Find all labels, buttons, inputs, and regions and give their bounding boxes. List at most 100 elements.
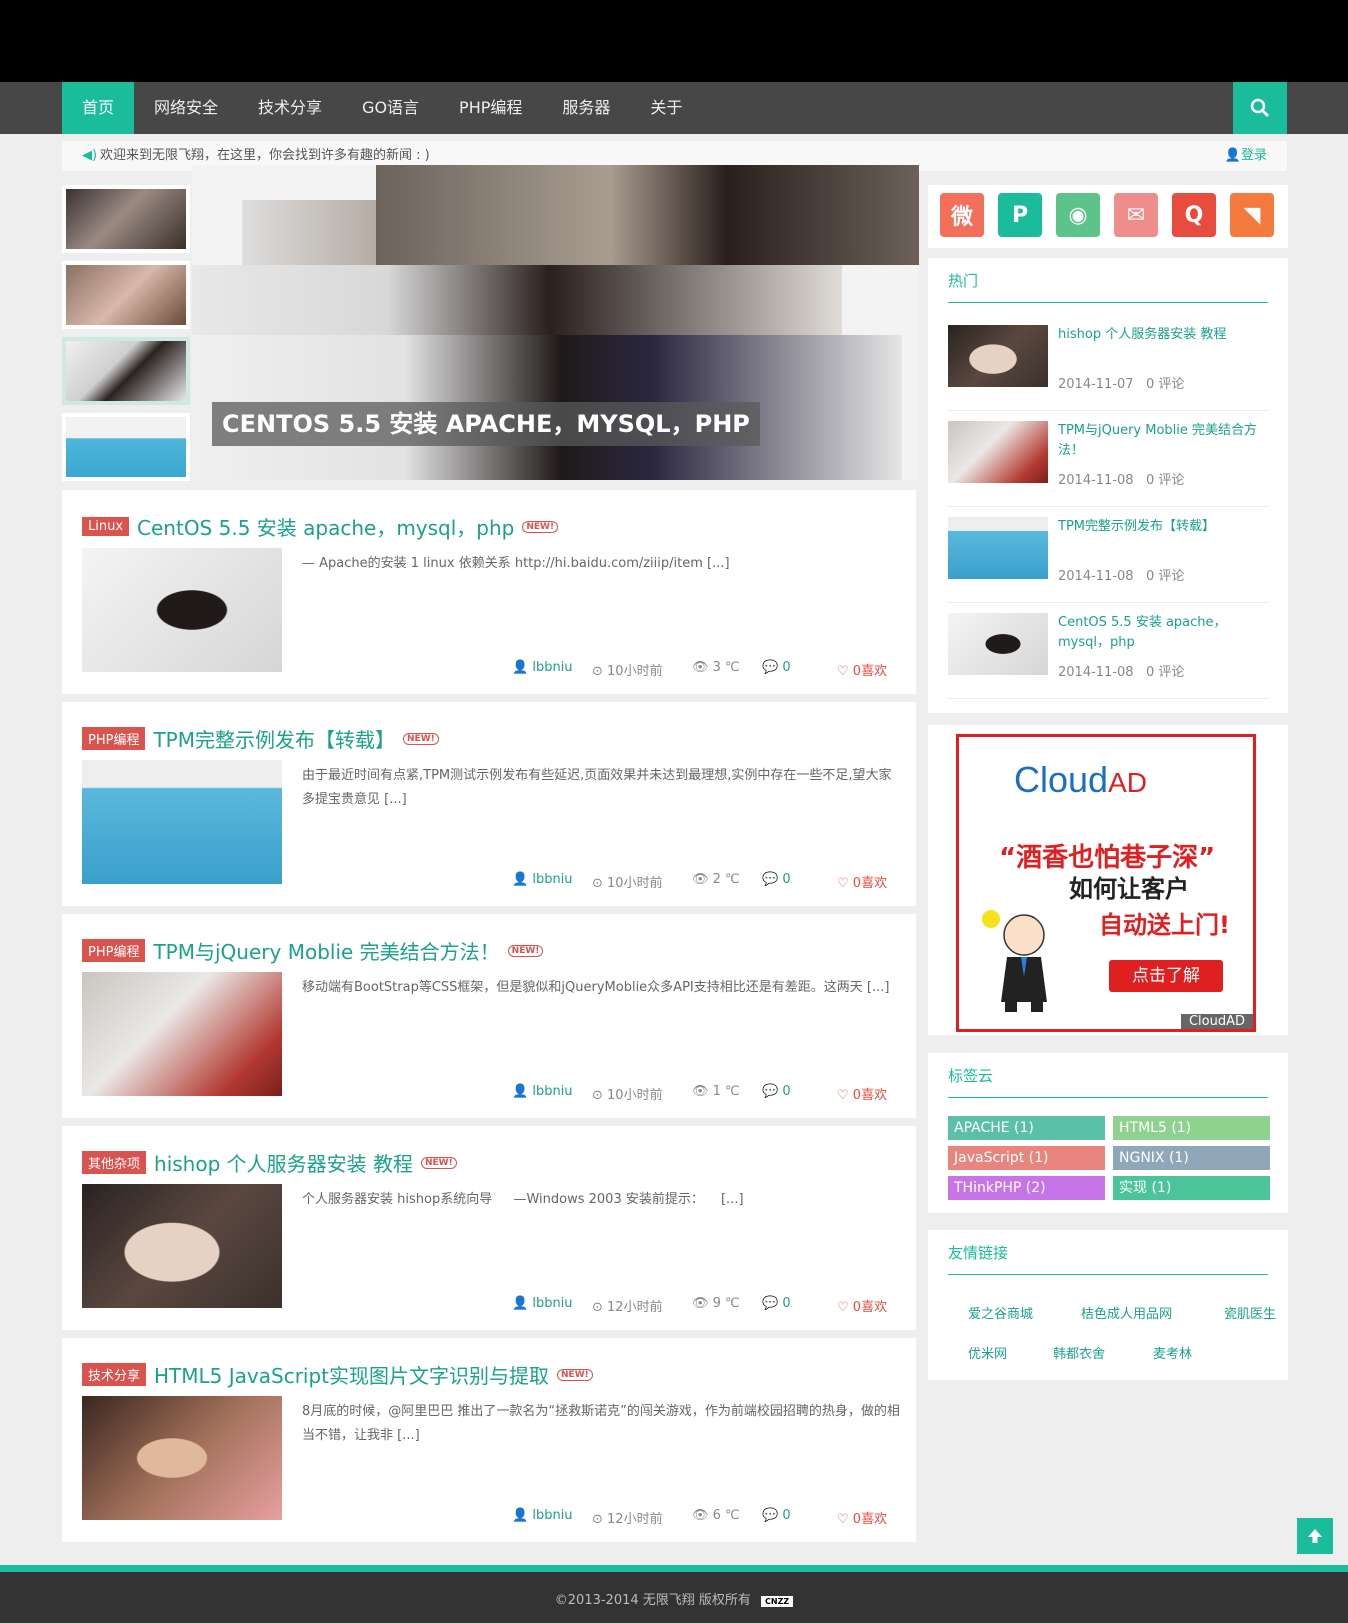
post-author[interactable]: 👤 lbbniu [512, 872, 573, 887]
rss-icon[interactable]: ◥ [1230, 193, 1274, 237]
friend-link[interactable]: 韩都衣舍 [1053, 1343, 1105, 1362]
post-meta: 👤 lbbniu ⊙ 12小时前 👁 9 ℃ 💬 0 ♡ 0喜欢 [512, 1296, 907, 1316]
friend-link[interactable]: 麦考林 [1153, 1343, 1192, 1362]
friend-link[interactable]: 优米网 [968, 1343, 1007, 1362]
tag-item[interactable]: APACHE (1) [948, 1116, 1105, 1140]
hot-thumbnail[interactable] [948, 517, 1048, 579]
post-comments[interactable]: 💬 0 [762, 1508, 791, 1523]
nav-item-go[interactable]: GO语言 [342, 82, 439, 134]
hot-thumbnail[interactable] [948, 325, 1048, 387]
hot-item[interactable]: hishop 个人服务器安装 教程 2014-11-07 0 评论 [948, 315, 1268, 411]
post-comments[interactable]: 💬 0 [762, 1084, 791, 1099]
tag-item[interactable]: THinkPHP (2) [948, 1176, 1105, 1200]
mail-icon[interactable]: ✉ [1114, 193, 1158, 237]
login-link[interactable]: 👤登录 [1225, 141, 1267, 171]
new-badge: NEW! [421, 1156, 457, 1169]
post-thumbnail[interactable] [82, 972, 282, 1096]
hot-title[interactable]: hishop 个人服务器安装 教程 [1058, 325, 1268, 345]
slider-thumb[interactable] [62, 337, 190, 405]
tag-item[interactable]: HTML5 (1) [1113, 1116, 1270, 1140]
post-likes[interactable]: ♡ 0喜欢 [837, 1084, 887, 1103]
post-title[interactable]: TPM与jQuery Moblie 完美结合方法！ [153, 936, 499, 965]
slider-thumb[interactable] [62, 185, 190, 253]
new-badge: NEW! [507, 944, 544, 957]
post-thumbnail[interactable] [82, 1396, 282, 1520]
hot-meta: 2014-11-08 0 评论 [1058, 665, 1185, 680]
slider-thumb[interactable] [62, 261, 190, 329]
post-author[interactable]: 👤 lbbniu [512, 1296, 573, 1311]
post-title[interactable]: HTML5 JavaScript实现图片文字识别与提取 [154, 1360, 549, 1389]
nav-item-php[interactable]: PHP编程 [439, 82, 542, 134]
post-time: ⊙ 10小时前 [592, 1088, 663, 1103]
friend-link[interactable]: 爱之谷商城 [968, 1303, 1033, 1322]
post-thumbnail[interactable] [82, 760, 282, 884]
friend-link[interactable]: 桔色成人用品网 [1081, 1303, 1172, 1322]
nav-item-security[interactable]: 网络安全 [134, 82, 238, 134]
hot-item[interactable]: TPM与jQuery Moblie 完美结合方法！ 2014-11-08 0 评… [948, 411, 1268, 507]
nav-item-home[interactable]: 首页 [62, 82, 135, 134]
post-title[interactable]: TPM完整示例发布【转载】 [153, 724, 395, 753]
post-category[interactable]: 技术分享 [82, 1363, 147, 1386]
post-category[interactable]: Linux [82, 517, 130, 536]
wechat-glyph: ◉ [1068, 202, 1088, 228]
weibo-icon[interactable]: 微 [940, 193, 984, 237]
nav-item-server[interactable]: 服务器 [542, 82, 630, 134]
post-card: 其他杂项 hishop 个人服务器安装 教程 NEW! 个人服务器安装 hish… [62, 1126, 916, 1330]
nav-item-tech[interactable]: 技术分享 [238, 82, 342, 134]
qq-icon[interactable]: Q [1172, 193, 1216, 237]
friend-links-widget: 友情链接 爱之谷商城 桔色成人用品网 瓷肌医生 优米网 韩都衣舍 麦考林 [928, 1230, 1288, 1380]
hot-title[interactable]: CentOS 5.5 安装 apache，mysql，php [1058, 613, 1268, 653]
post-author[interactable]: 👤 lbbniu [512, 660, 573, 675]
welcome-text: 欢迎来到无限飞翔，在这里，你会找到许多有趣的新闻 : ) [100, 148, 430, 163]
social-links: 微 P ◉ ✉ Q ◥ [928, 185, 1288, 248]
post-category[interactable]: 其他杂项 [82, 1151, 147, 1174]
post-meta: 👤 lbbniu ⊙ 12小时前 👁 6 ℃ 💬 0 ♡ 0喜欢 [512, 1508, 907, 1528]
post-likes[interactable]: ♡ 0喜欢 [837, 872, 887, 891]
widget-title: 标签云 [948, 1065, 1268, 1098]
tag-item[interactable]: NGNIX (1) [1113, 1146, 1270, 1170]
site-footer: ©2013-2014 无限飞翔 版权所有 CNZZ [0, 1572, 1348, 1623]
post-comments[interactable]: 💬 0 [762, 660, 791, 675]
new-badge: NEW! [403, 732, 439, 745]
nav-item-about[interactable]: 关于 [630, 82, 702, 134]
slide-strip [242, 200, 377, 270]
post-comments[interactable]: 💬 0 [762, 1296, 791, 1311]
post-author[interactable]: 👤 lbbniu [512, 1084, 573, 1099]
hot-title[interactable]: TPM完整示例发布【转载】 [1058, 517, 1268, 537]
slider-caption[interactable]: CENTOS 5.5 安装 APACHE，MYSQL，PHP [212, 402, 760, 446]
hot-thumbnail[interactable] [948, 421, 1048, 483]
cnzz-badge[interactable]: CNZZ [761, 1596, 794, 1607]
search-button[interactable] [1233, 82, 1287, 134]
hot-thumbnail[interactable] [948, 613, 1048, 675]
tag-item[interactable]: 实现 (1) [1113, 1176, 1270, 1200]
ad-subline-red: 自动送上门! [1099, 911, 1230, 939]
tencent-weibo-glyph: P [1011, 202, 1029, 228]
tencent-weibo-icon[interactable]: P [998, 193, 1042, 237]
post-thumbnail[interactable] [82, 1184, 282, 1308]
post-thumbnail[interactable] [82, 548, 282, 672]
ad-cta-button[interactable]: 点击了解 [1109, 960, 1223, 992]
tag-item[interactable]: JavaScript (1) [948, 1146, 1105, 1170]
footer-accent-line [0, 1565, 1348, 1572]
post-likes[interactable]: ♡ 0喜欢 [837, 1296, 887, 1315]
ad-banner[interactable]: CloudAD “酒香也怕巷子深” 如何让客户 自动送上门! 点击了解 Clou… [956, 734, 1256, 1032]
post-category[interactable]: PHP编程 [82, 727, 146, 750]
hot-posts-widget: 热门 hishop 个人服务器安装 教程 2014-11-07 0 评论 TPM… [928, 258, 1288, 713]
mail-glyph: ✉ [1126, 202, 1146, 228]
ad-logo: CloudAD [1014, 759, 1147, 800]
hot-item[interactable]: TPM完整示例发布【转载】 2014-11-08 0 评论 [948, 507, 1268, 603]
post-title[interactable]: hishop 个人服务器安装 教程 [154, 1148, 413, 1177]
post-likes[interactable]: ♡ 0喜欢 [837, 660, 887, 679]
post-title[interactable]: CentOS 5.5 安装 apache，mysql，php [137, 512, 514, 541]
hot-title[interactable]: TPM与jQuery Moblie 完美结合方法！ [1058, 421, 1268, 461]
post-author[interactable]: 👤 lbbniu [512, 1508, 573, 1523]
friend-link[interactable]: 瓷肌医生 [1224, 1303, 1276, 1322]
wechat-icon[interactable]: ◉ [1056, 193, 1100, 237]
post-likes[interactable]: ♡ 0喜欢 [837, 1508, 887, 1527]
back-to-top-button[interactable] [1297, 1518, 1333, 1554]
hot-item[interactable]: CentOS 5.5 安装 apache，mysql，php 2014-11-0… [948, 603, 1268, 699]
post-views: 👁 1 ℃ [692, 1084, 740, 1099]
post-category[interactable]: PHP编程 [82, 939, 146, 962]
post-comments[interactable]: 💬 0 [762, 872, 791, 887]
slider-thumb[interactable] [62, 413, 190, 481]
